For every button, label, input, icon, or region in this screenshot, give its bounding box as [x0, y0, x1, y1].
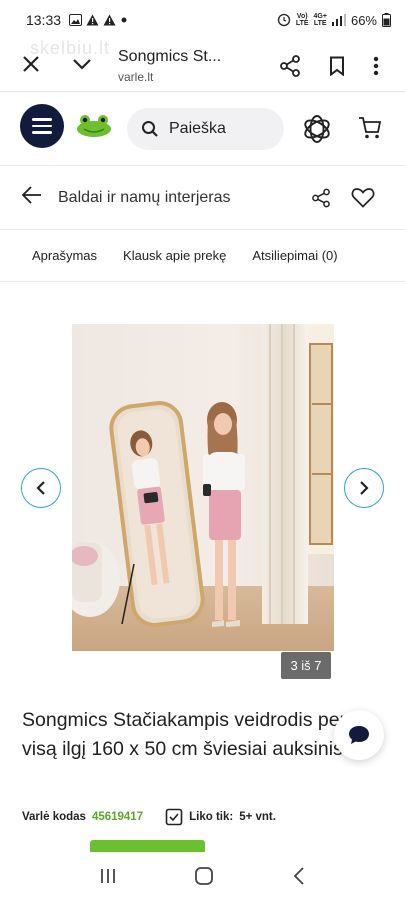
menu-button[interactable] [20, 104, 64, 148]
chat-button[interactable] [334, 710, 384, 760]
system-nav-bar [0, 852, 405, 900]
heart-icon[interactable] [351, 187, 375, 208]
warning-icon [103, 14, 116, 26]
search-label: Paieška [169, 120, 226, 137]
battery-icon [382, 13, 391, 27]
tab-titles: Songmics St... varle.lt [118, 48, 221, 84]
tab-reviews[interactable]: Atsiliepimai (0) [252, 248, 337, 263]
menu-icon-bar [32, 118, 52, 121]
prev-image-button[interactable] [21, 468, 61, 508]
product-title: Songmics Stačiakampis veidrodis per visą… [22, 709, 347, 760]
share-icon[interactable] [311, 188, 331, 208]
site-header: Paieška [0, 92, 405, 166]
product-gallery: 3 iš 7 [0, 282, 405, 682]
product-image[interactable] [72, 324, 334, 651]
stock-label: Liko tik: [189, 811, 234, 823]
gallery-notification-icon [69, 14, 83, 26]
image-counter: 3 iš 7 [281, 652, 331, 679]
tab-actions [279, 54, 405, 77]
product-photo-illustration [72, 324, 334, 651]
stock-info: Liko tik: 5+ vnt. [165, 808, 276, 826]
code-value: 45619417 [91, 811, 144, 823]
recent-apps-icon[interactable] [99, 867, 117, 885]
page-title: Songmics St... [118, 47, 222, 65]
search-bar[interactable]: Paieška [127, 108, 284, 150]
chevron-down-icon [73, 58, 91, 70]
status-time: 13:33 [26, 12, 62, 28]
page-url: varle.lt [118, 69, 154, 84]
alarm-icon [277, 13, 290, 27]
status-bar: 13:33 Vo) LTE 4G+ LTE 66% [0, 0, 405, 40]
warning-icon [86, 14, 99, 26]
box-icon [165, 808, 183, 826]
home-icon[interactable] [194, 866, 214, 886]
dot-icon [121, 17, 127, 23]
chevron-left-icon [36, 481, 45, 495]
category-title[interactable]: Baldai ir namų interjeras [58, 189, 231, 207]
code-label: Varlė kodas [22, 811, 86, 823]
ai-assistant-icon[interactable] [300, 112, 334, 146]
menu-icon-bar [32, 131, 52, 134]
menu-icon-bar [32, 124, 52, 128]
frog-logo-icon[interactable] [76, 114, 112, 138]
stock-value: 5+ vnt. [239, 811, 276, 823]
category-bar: Baldai ir namų interjeras [0, 166, 405, 230]
product-meta: Varlė kodas 45619417 Liko tik: 5+ vnt. [22, 808, 402, 826]
product-tabs: Aprašymas Klausk apie prekę Atsiliepimai… [0, 230, 405, 282]
arrow-left-icon [21, 186, 41, 204]
minimize-tab-button[interactable] [72, 57, 96, 75]
notification-icons [69, 14, 128, 26]
signal-icon [331, 14, 346, 26]
tab-description[interactable]: Aprašymas [32, 248, 97, 263]
watermark: skelbiu.lt [30, 38, 111, 58]
bookmark-icon[interactable] [329, 56, 345, 76]
volte-label: Vo) LTE [295, 13, 309, 27]
share-icon[interactable] [279, 54, 301, 77]
status-right: Vo) LTE 4G+ LTE 66% [277, 13, 391, 28]
next-image-button[interactable] [344, 468, 384, 508]
network-type-label: 4G+ LTE [313, 13, 327, 27]
search-icon [142, 121, 158, 137]
category-actions [311, 187, 405, 208]
cart-icon[interactable] [358, 116, 382, 140]
back-button[interactable] [21, 186, 42, 209]
chevron-right-icon [360, 481, 369, 495]
battery-percent: 66% [350, 12, 377, 28]
more-vertical-icon[interactable] [373, 56, 379, 76]
back-nav-icon[interactable] [292, 866, 306, 886]
tab-ask-question[interactable]: Klausk apie prekę [123, 248, 226, 263]
page: 13:33 Vo) LTE 4G+ LTE 66% skelbiu.lt Son… [0, 0, 405, 900]
browser-tab-header: skelbiu.lt Songmics St... varle.lt [0, 38, 405, 92]
chat-bubble-icon [349, 726, 369, 744]
